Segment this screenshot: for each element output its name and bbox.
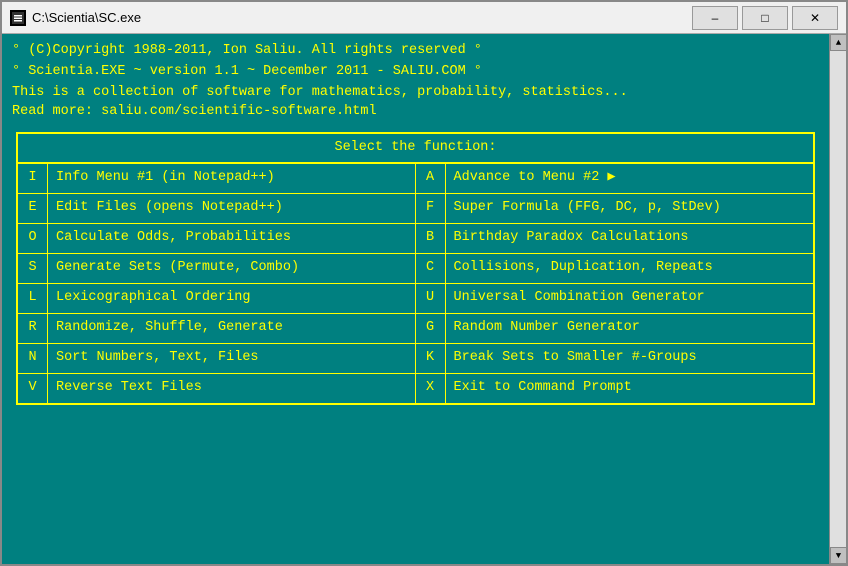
menu-label-left: Lexicographical Ordering bbox=[48, 284, 258, 313]
menu-key-right[interactable]: A bbox=[416, 164, 446, 193]
menu-container: Select the function: I Info Menu #1 (in … bbox=[16, 132, 815, 405]
menu-label-left: Reverse Text Files bbox=[48, 374, 210, 403]
menu-cell-left[interactable]: I Info Menu #1 (in Notepad++) bbox=[18, 164, 416, 193]
menu-key-right[interactable]: F bbox=[416, 194, 446, 223]
scroll-track[interactable] bbox=[830, 51, 846, 547]
menu-key-left[interactable]: I bbox=[18, 164, 48, 193]
menu-label-right: Collisions, Duplication, Repeats bbox=[446, 254, 721, 283]
menu-label-left: Generate Sets (Permute, Combo) bbox=[48, 254, 307, 283]
menu-key-left[interactable]: S bbox=[18, 254, 48, 283]
menu-title: Select the function: bbox=[18, 134, 813, 165]
menu-cell-left[interactable]: N Sort Numbers, Text, Files bbox=[18, 344, 416, 373]
menu-key-left[interactable]: O bbox=[18, 224, 48, 253]
console-area: ° (C)Copyright 1988-2011, Ion Saliu. All… bbox=[2, 34, 846, 564]
menu-row[interactable]: S Generate Sets (Permute, Combo) C Colli… bbox=[18, 254, 813, 284]
scroll-down-button[interactable]: ▼ bbox=[830, 547, 846, 564]
maximize-button[interactable]: □ bbox=[742, 6, 788, 30]
menu-key-left[interactable]: L bbox=[18, 284, 48, 313]
menu-label-left: Calculate Odds, Probabilities bbox=[48, 224, 299, 253]
menu-key-right[interactable]: U bbox=[416, 284, 446, 313]
description-line: This is a collection of software for mat… bbox=[12, 84, 819, 103]
menu-cell-left[interactable]: O Calculate Odds, Probabilities bbox=[18, 224, 416, 253]
window-controls: – □ ✕ bbox=[692, 6, 838, 30]
scrollbar[interactable]: ▲ ▼ bbox=[829, 34, 846, 564]
menu-cell-right[interactable]: K Break Sets to Smaller #-Groups bbox=[416, 344, 814, 373]
menu-row[interactable]: R Randomize, Shuffle, Generate G Random … bbox=[18, 314, 813, 344]
menu-row[interactable]: I Info Menu #1 (in Notepad++) A Advance … bbox=[18, 164, 813, 194]
menu-cell-left[interactable]: E Edit Files (opens Notepad++) bbox=[18, 194, 416, 223]
menu-row[interactable]: O Calculate Odds, Probabilities B Birthd… bbox=[18, 224, 813, 254]
menu-label-right: Exit to Command Prompt bbox=[446, 374, 640, 403]
menu-cell-left[interactable]: S Generate Sets (Permute, Combo) bbox=[18, 254, 416, 283]
menu-cell-left[interactable]: V Reverse Text Files bbox=[18, 374, 416, 403]
menu-cell-right[interactable]: U Universal Combination Generator bbox=[416, 284, 814, 313]
window-icon bbox=[10, 10, 26, 26]
menu-label-left: Info Menu #1 (in Notepad++) bbox=[48, 164, 283, 193]
close-button[interactable]: ✕ bbox=[792, 6, 838, 30]
menu-cell-right[interactable]: G Random Number Generator bbox=[416, 314, 814, 343]
menu-row[interactable]: N Sort Numbers, Text, Files K Break Sets… bbox=[18, 344, 813, 374]
menu-key-right[interactable]: C bbox=[416, 254, 446, 283]
menu-cell-right[interactable]: X Exit to Command Prompt bbox=[416, 374, 814, 403]
menu-cell-right[interactable]: C Collisions, Duplication, Repeats bbox=[416, 254, 814, 283]
menu-key-left[interactable]: E bbox=[18, 194, 48, 223]
menu-key-right[interactable]: X bbox=[416, 374, 446, 403]
menu-key-right[interactable]: B bbox=[416, 224, 446, 253]
menu-cell-right[interactable]: A Advance to Menu #2 ▶ bbox=[416, 164, 814, 193]
title-bar: C:\Scientia\SC.exe – □ ✕ bbox=[2, 2, 846, 34]
menu-row[interactable]: L Lexicographical Ordering U Universal C… bbox=[18, 284, 813, 314]
menu-cell-left[interactable]: L Lexicographical Ordering bbox=[18, 284, 416, 313]
main-window: C:\Scientia\SC.exe – □ ✕ ° (C)Copyright … bbox=[0, 0, 848, 566]
menu-key-left[interactable]: R bbox=[18, 314, 48, 343]
menu-key-left[interactable]: V bbox=[18, 374, 48, 403]
menu-cell-right[interactable]: B Birthday Paradox Calculations bbox=[416, 224, 814, 253]
menu-cell-right[interactable]: F Super Formula (FFG, DC, p, StDev) bbox=[416, 194, 814, 223]
version-line: ° Scientia.EXE ~ version 1.1 ~ December … bbox=[12, 63, 819, 82]
menu-label-right: Break Sets to Smaller #-Groups bbox=[446, 344, 705, 373]
window-title: C:\Scientia\SC.exe bbox=[32, 10, 692, 25]
menu-label-right: Super Formula (FFG, DC, p, StDev) bbox=[446, 194, 729, 223]
menu-rows: I Info Menu #1 (in Notepad++) A Advance … bbox=[18, 164, 813, 402]
menu-row[interactable]: V Reverse Text Files X Exit to Command P… bbox=[18, 374, 813, 403]
menu-key-right[interactable]: K bbox=[416, 344, 446, 373]
menu-key-right[interactable]: G bbox=[416, 314, 446, 343]
menu-label-left: Sort Numbers, Text, Files bbox=[48, 344, 267, 373]
menu-label-right: Universal Combination Generator bbox=[446, 284, 713, 313]
menu-label-left: Randomize, Shuffle, Generate bbox=[48, 314, 291, 343]
menu-label-right: Advance to Menu #2 ▶ bbox=[446, 164, 624, 193]
menu-row[interactable]: E Edit Files (opens Notepad++) F Super F… bbox=[18, 194, 813, 224]
menu-cell-left[interactable]: R Randomize, Shuffle, Generate bbox=[18, 314, 416, 343]
copyright-line: ° (C)Copyright 1988-2011, Ion Saliu. All… bbox=[12, 42, 819, 61]
scroll-up-button[interactable]: ▲ bbox=[830, 34, 846, 51]
readmore-line: Read more: saliu.com/scientific-software… bbox=[12, 103, 819, 122]
minimize-button[interactable]: – bbox=[692, 6, 738, 30]
menu-label-right: Random Number Generator bbox=[446, 314, 648, 343]
menu-label-right: Birthday Paradox Calculations bbox=[446, 224, 697, 253]
menu-label-left: Edit Files (opens Notepad++) bbox=[48, 194, 291, 223]
menu-key-left[interactable]: N bbox=[18, 344, 48, 373]
console-content: ° (C)Copyright 1988-2011, Ion Saliu. All… bbox=[2, 34, 829, 564]
